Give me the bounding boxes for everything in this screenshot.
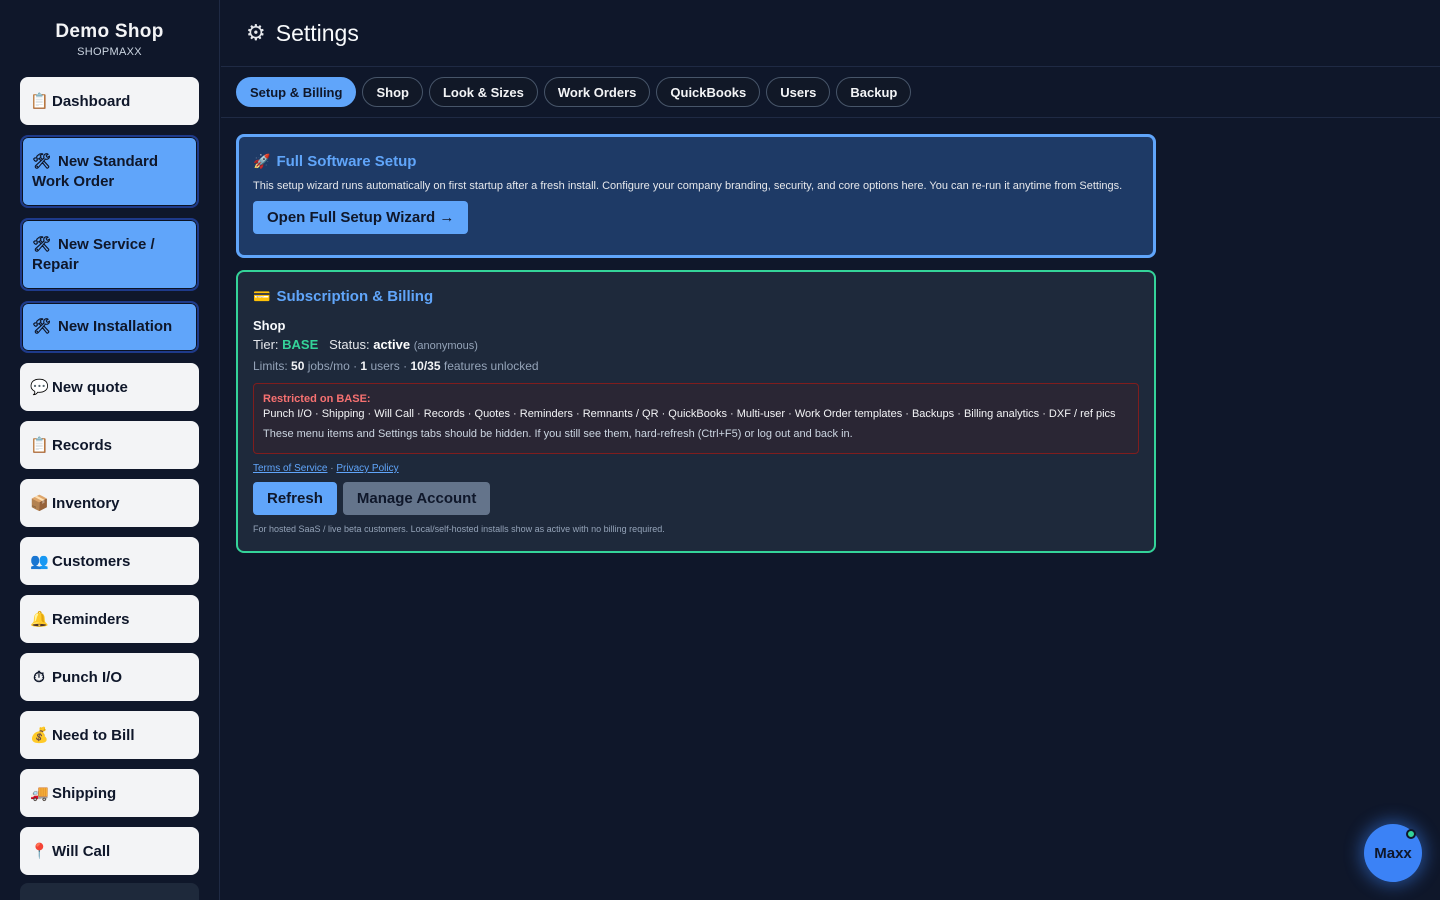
restricted-list: Punch I/O · Shipping · Will Call · Recor… bbox=[263, 408, 1116, 420]
tier-status-line: Tier: BASE Status: active (anonymous) bbox=[253, 337, 1139, 352]
billing-title: 💳 Subscription & Billing bbox=[253, 288, 1139, 305]
assistant-label: Maxx bbox=[1374, 844, 1412, 862]
sidebar-nav: 📋 Dashboard 🛠 New Standard Work Order 🛠 Ne… bbox=[20, 77, 199, 900]
plan-limits: Limits: 50 jobs/mo · 1 users · 10/35 fea… bbox=[253, 359, 1139, 373]
sidebar-item-label: Customers bbox=[52, 552, 131, 570]
setup-title-text: Full Software Setup bbox=[276, 153, 417, 170]
brand-name: Demo Shop bbox=[55, 21, 164, 42]
tier-value: BASE bbox=[282, 337, 319, 352]
open-setup-wizard-button[interactable]: Open Full Setup Wizard → bbox=[253, 201, 469, 234]
refresh-button[interactable]: Refresh bbox=[253, 482, 337, 515]
sidebar-item-label: Punch I/O bbox=[52, 668, 123, 686]
tab-look-sizes[interactable]: Look & Sizes bbox=[428, 77, 538, 107]
features-unit: features unlocked bbox=[443, 359, 539, 373]
users-icon: 👥 bbox=[30, 553, 49, 570]
tier-label: Tier: bbox=[253, 337, 279, 352]
sidebar-item-next[interactable] bbox=[20, 883, 199, 900]
tab-quickbooks[interactable]: QuickBooks bbox=[656, 77, 761, 107]
sidebar-item-label: Inventory bbox=[52, 494, 120, 512]
sidebar: Demo Shop SHOPMAXX 📋 Dashboard 🛠 New Stan… bbox=[0, 0, 220, 900]
users-unit: users · bbox=[370, 359, 408, 373]
users-limit: 1 bbox=[360, 359, 368, 373]
tab-setup-billing[interactable]: Setup & Billing bbox=[236, 77, 357, 107]
brand: Demo Shop SHOPMAXX bbox=[0, 0, 219, 77]
sidebar-item-label: 🛠 New Standard Work Order bbox=[32, 152, 187, 192]
status-note: (anonymous) bbox=[413, 340, 478, 352]
manage-account-button[interactable]: Manage Account bbox=[342, 482, 491, 515]
status-value: active bbox=[373, 337, 411, 352]
tab-shop[interactable]: Shop bbox=[362, 77, 423, 107]
sidebar-item-shipping[interactable]: 🚚 Shipping bbox=[20, 769, 199, 817]
sidebar-item-need-to-bill[interactable]: 💰 Need to Bill bbox=[20, 711, 199, 759]
status-label: Status: bbox=[329, 337, 370, 352]
terms-of-service-link[interactable]: Terms of Service bbox=[253, 463, 327, 474]
restricted-note: These menu items and Settings tabs shoul… bbox=[263, 428, 853, 440]
sidebar-item-label: 🛠 New Service / Repair bbox=[32, 235, 187, 275]
sidebar-item-label: Records bbox=[52, 436, 113, 454]
sidebar-item-label: Reminders bbox=[52, 610, 130, 628]
speech-bubble-icon: 💬 bbox=[30, 379, 49, 396]
jobs-limit: 50 bbox=[291, 359, 305, 373]
setup-card: 🚀 Full Software Setup This setup wizard … bbox=[236, 134, 1156, 258]
rocket-icon: 🚀 bbox=[253, 153, 271, 169]
sidebar-item-label: New Installation bbox=[58, 318, 173, 335]
sidebar-item-will-call[interactable]: 📍 Will Call bbox=[20, 827, 199, 875]
privacy-policy-link[interactable]: Privacy Policy bbox=[336, 463, 398, 474]
truck-icon: 🚚 bbox=[30, 785, 49, 802]
sidebar-item-label: Need to Bill bbox=[52, 726, 135, 744]
restricted-title: Restricted on BASE: bbox=[263, 393, 371, 405]
sidebar-item-records[interactable]: 📋 Records bbox=[20, 421, 199, 469]
legal-links: Terms of Service · Privacy Policy bbox=[253, 463, 1139, 474]
tab-backup[interactable]: Backup bbox=[836, 77, 912, 107]
sidebar-item-label: Will Call bbox=[52, 842, 111, 860]
tools-icon: 🛠 bbox=[32, 152, 52, 170]
setup-description: This setup wizard runs automatically on … bbox=[253, 180, 1123, 192]
money-bag-icon: 💰 bbox=[30, 727, 49, 744]
setup-title: 🚀 Full Software Setup bbox=[253, 153, 1139, 170]
page-header: ⚙ Settings bbox=[221, 0, 1440, 67]
clipboard-icon: 📋 bbox=[30, 437, 49, 454]
pin-icon: 📍 bbox=[30, 843, 49, 860]
stopwatch-icon: ⏱ bbox=[33, 668, 45, 686]
settings-tabs: Setup & Billing Shop Look & Sizes Work O… bbox=[221, 67, 1440, 118]
box-icon: 📦 bbox=[30, 495, 49, 512]
sidebar-item-label: Shipping bbox=[52, 784, 117, 802]
sidebar-item-customers[interactable]: 👥 Customers bbox=[20, 537, 199, 585]
tab-work-orders[interactable]: Work Orders bbox=[543, 77, 651, 107]
link-separator: · bbox=[330, 463, 334, 474]
online-status-dot bbox=[1406, 829, 1416, 839]
billing-card: 💳 Subscription & Billing Shop Tier: BASE… bbox=[236, 270, 1156, 553]
bell-icon: 🔔 bbox=[30, 611, 49, 628]
sidebar-item-inventory[interactable]: 📦 Inventory bbox=[20, 479, 199, 527]
restricted-box: Restricted on BASE: Punch I/O · Shipping… bbox=[253, 383, 1139, 454]
page-title: Settings bbox=[275, 19, 359, 46]
sidebar-item-dashboard[interactable]: 📋 Dashboard bbox=[20, 77, 199, 125]
billing-shop-name: Shop bbox=[253, 318, 286, 333]
sidebar-item-label: New quote bbox=[52, 378, 128, 396]
tools-icon: 🛠 bbox=[32, 235, 52, 253]
maxx-assistant-button[interactable]: Maxx bbox=[1364, 824, 1422, 882]
sidebar-item-new-service-repair[interactable]: 🛠 New Service / Repair bbox=[20, 218, 199, 291]
tab-users[interactable]: Users bbox=[766, 77, 831, 107]
gear-icon: ⚙ bbox=[246, 20, 266, 45]
features-count: 10/35 bbox=[410, 359, 441, 373]
credit-card-icon: 💳 bbox=[253, 288, 271, 304]
sidebar-item-new-installation[interactable]: 🛠 New Installation bbox=[20, 301, 199, 353]
brand-subtitle: SHOPMAXX bbox=[77, 46, 142, 58]
billing-footnote: For hosted SaaS / live beta customers. L… bbox=[253, 524, 665, 534]
jobs-unit: jobs/mo · bbox=[307, 359, 358, 373]
tools-icon: 🛠 bbox=[32, 318, 52, 335]
sidebar-item-label: Dashboard bbox=[52, 92, 131, 110]
limits-prefix: Limits: bbox=[253, 359, 288, 373]
clipboard-icon: 📋 bbox=[30, 93, 49, 110]
billing-actions: Refresh Manage Account bbox=[253, 482, 1139, 515]
sidebar-item-new-quote[interactable]: 💬 New quote bbox=[20, 363, 199, 411]
sidebar-item-punch-io[interactable]: ⏱ Punch I/O bbox=[20, 653, 199, 701]
sidebar-item-reminders[interactable]: 🔔 Reminders bbox=[20, 595, 199, 643]
sidebar-item-new-standard-work-order[interactable]: 🛠 New Standard Work Order bbox=[20, 135, 199, 208]
billing-title-text: Subscription & Billing bbox=[276, 288, 434, 305]
